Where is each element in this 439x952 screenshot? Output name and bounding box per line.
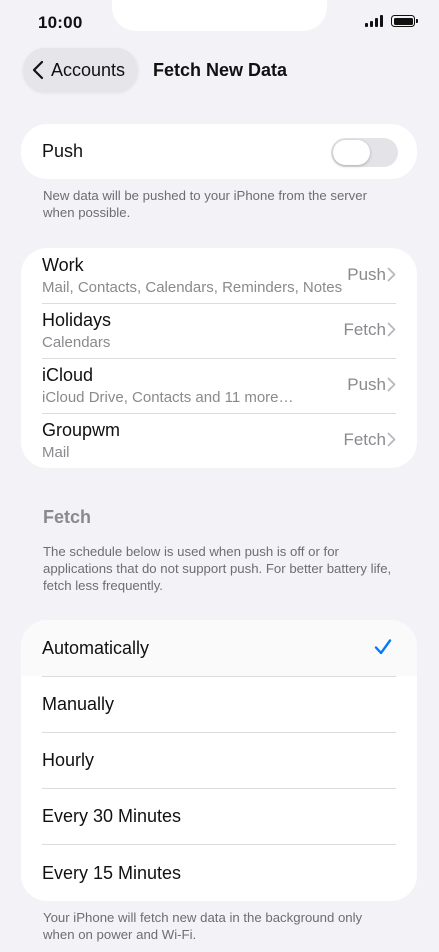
account-name: Groupwm (42, 420, 121, 440)
fetch-new-data-screen: 10:00 Accounts Fetch New Data Push New d… (0, 0, 439, 952)
back-button-label: Accounts (51, 59, 126, 80)
chevron-right-icon (387, 377, 396, 392)
push-footnote: New data will be pushed to your iPhone f… (43, 188, 367, 220)
chevron-right-icon (387, 432, 396, 447)
push-toggle[interactable] (331, 138, 398, 167)
account-value: Push (347, 375, 386, 394)
fetch-footnote: Your iPhone will fetch new data in the b… (43, 910, 363, 942)
push-label: Push (42, 141, 84, 161)
account-detail: iCloud Drive, Contacts and 11 more… (42, 389, 294, 406)
account-detail: Mail (42, 444, 70, 461)
account-detail: Calendars (42, 334, 111, 351)
fetch-option-label: Manually (42, 694, 115, 714)
account-value: Fetch (343, 320, 386, 339)
chevron-left-icon (32, 60, 44, 80)
status-icons (365, 15, 418, 27)
account-value: Fetch (343, 430, 386, 449)
notch (112, 0, 327, 31)
push-toggle-knob (333, 140, 370, 165)
account-name: iCloud (42, 365, 94, 385)
fetch-option-automatically[interactable]: Automatically (21, 620, 417, 676)
status-bar: 10:00 (0, 0, 439, 44)
checkmark-icon (374, 639, 392, 655)
battery-icon (391, 15, 418, 27)
fetch-option-hourly[interactable]: Hourly (21, 732, 417, 788)
account-value: Push (347, 265, 386, 284)
account-row-icloud[interactable]: iCloud iCloud Drive, Contacts and 11 mor… (21, 358, 417, 413)
status-time: 10:00 (38, 13, 83, 32)
fetch-option-manually[interactable]: Manually (21, 676, 417, 732)
fetch-option-label: Every 15 Minutes (42, 863, 182, 883)
fetch-section-header: Fetch (43, 507, 92, 527)
fetch-option-label: Hourly (42, 750, 95, 770)
account-row-holidays[interactable]: Holidays Calendars Fetch (21, 303, 417, 358)
accounts-group: Mail, Contacts, Calendars, Reminders, No… (21, 248, 417, 468)
chevron-right-icon (387, 267, 396, 282)
fetch-schedule-group: Automatically Manually Hourly Every 30 M… (21, 620, 417, 901)
page-title: Fetch New Data (153, 60, 288, 80)
push-group: Push (21, 124, 417, 179)
fetch-option-label: Automatically (42, 638, 150, 658)
chevron-right-icon (387, 322, 396, 337)
account-detail: Mail, Contacts, Calendars, Reminders, No… (42, 279, 343, 296)
fetch-description: The schedule below is used when push is … (43, 544, 392, 593)
account-row-groupwm[interactable]: Groupwm Mail Fetch (21, 413, 417, 468)
fetch-option-label: Every 30 Minutes (42, 806, 182, 826)
account-name: Work (42, 255, 84, 275)
account-row-work[interactable]: Mail, Contacts, Calendars, Reminders, No… (21, 248, 417, 303)
account-name: Holidays (42, 310, 112, 330)
fetch-option-every-15-minutes[interactable]: Every 15 Minutes (21, 845, 417, 901)
back-button[interactable]: Accounts (23, 48, 138, 92)
fetch-option-every-30-minutes[interactable]: Every 30 Minutes (21, 788, 417, 844)
cellular-signal-icon (365, 15, 383, 27)
